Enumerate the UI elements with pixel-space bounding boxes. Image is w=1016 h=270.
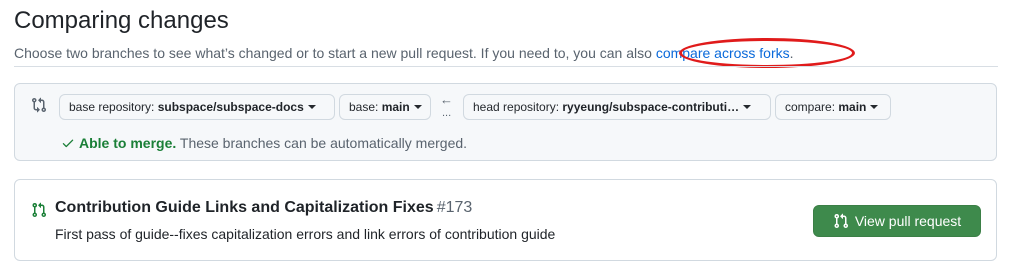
git-pull-request-icon — [834, 213, 848, 229]
arrow-left-icon: ← — [440, 92, 453, 107]
base-label: base: — [349, 100, 382, 114]
view-pull-request-button[interactable]: View pull request — [813, 205, 981, 237]
compare-value: main — [838, 100, 867, 114]
compare-branch-select[interactable]: compare: main — [775, 94, 891, 120]
compare-label: compare: — [785, 100, 839, 114]
page-header: Comparing changes Choose two branches to… — [14, 6, 998, 68]
head-repo-value: ryyeung/subspace-contributi… — [562, 100, 740, 114]
view-pull-request-label: View pull request — [854, 213, 962, 229]
base-value: main — [381, 100, 410, 114]
chevron-down-icon — [413, 104, 422, 109]
subtitle-end: . — [789, 45, 794, 61]
base-repo-label: base repository: — [69, 100, 158, 114]
subtitle-text: Choose two branches to see what’s change… — [14, 45, 656, 61]
base-repository-select[interactable]: base repository: subspace/subspace-docs — [59, 94, 335, 120]
merge-status-label: Able to merge. — [79, 135, 177, 151]
head-repo-label: head repository: — [473, 100, 563, 114]
pull-request-title-text: Contribution Guide Links and Capitalizat… — [55, 199, 434, 216]
page-subtitle: Choose two branches to see what’s change… — [14, 38, 998, 68]
existing-pull-request-panel: Contribution Guide Links and Capitalizat… — [14, 179, 997, 261]
header-divider — [14, 66, 998, 67]
git-pull-request-icon — [31, 202, 47, 218]
merge-status-message: These branches can be automatically merg… — [176, 135, 468, 151]
range-dots: ... — [442, 107, 452, 119]
check-icon — [61, 136, 75, 150]
pull-request-title[interactable]: Contribution Guide Links and Capitalizat… — [55, 199, 472, 217]
chevron-down-icon — [307, 104, 316, 109]
pull-request-number: #173 — [436, 199, 473, 216]
base-repo-value: subspace/subspace-docs — [157, 100, 304, 114]
page-title: Comparing changes — [14, 7, 229, 34]
compare-across-forks-link[interactable]: compare across forks — [656, 45, 790, 61]
pull-request-description: First pass of guide--fixes capitalizatio… — [55, 226, 556, 242]
base-branch-select[interactable]: base: main — [339, 94, 431, 120]
head-repository-select[interactable]: head repository: ryyeung/subspace-contri… — [463, 94, 771, 120]
merge-status: Able to merge. These branches can be aut… — [61, 135, 467, 151]
git-compare-icon — [31, 97, 47, 113]
chevron-down-icon — [743, 104, 752, 109]
chevron-down-icon — [870, 104, 879, 109]
compare-range-panel: base repository: subspace/subspace-docs … — [14, 83, 997, 161]
